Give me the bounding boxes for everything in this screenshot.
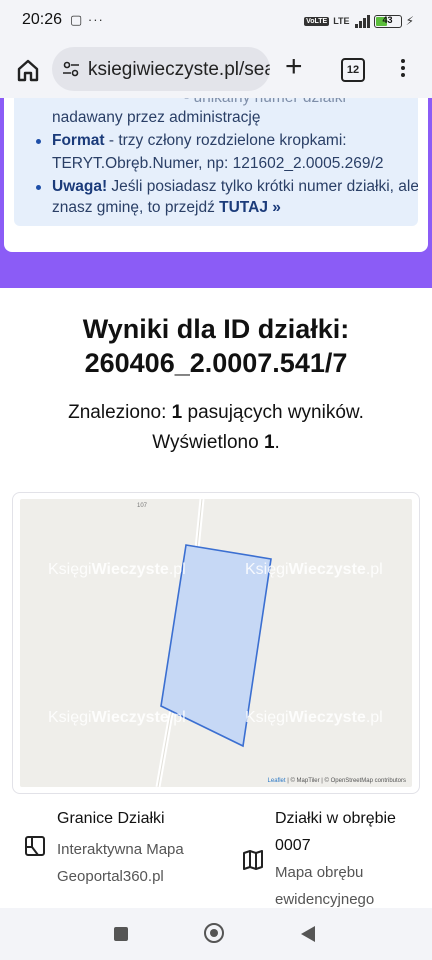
bullet	[36, 139, 41, 144]
plus-icon: +	[285, 50, 303, 83]
signal-icon	[354, 14, 370, 28]
home-icon	[17, 59, 39, 82]
tabs-button[interactable]: 12	[341, 58, 365, 82]
charging-icon: ⚡	[405, 14, 414, 28]
watermark: KsięgiWieczyste.pl	[245, 709, 383, 726]
battery-percent: 43	[382, 14, 393, 25]
notification-icons: ▢ ···	[70, 12, 104, 27]
system-nav-bar	[0, 908, 432, 960]
info-warning: Uwaga! Jeśli posiadasz tylko krótki nume…	[52, 178, 418, 195]
parcel-map[interactable]: 107 KsięgiWieczyste.pl KsięgiWieczyste.p…	[20, 499, 412, 787]
results-section: Wyniki dla ID działki: 260406_2.0007.541…	[0, 288, 432, 908]
watermark: KsięgiWieczyste.pl	[245, 561, 383, 578]
home-button[interactable]	[14, 56, 42, 84]
home-nav-button[interactable]	[204, 923, 224, 943]
browser-toolbar: ksiegiwieczyste.pl/sea + 12	[0, 42, 432, 98]
status-bar: 20:26 ▢ ··· VoLTE LTE 43 ⚡	[0, 0, 432, 42]
geoportal-link[interactable]: Granice Działki Interaktywna Mapa Geopor…	[57, 808, 184, 890]
map-icon	[243, 850, 263, 870]
tutaj-link[interactable]: TUTAJ »	[219, 199, 281, 216]
watermark: KsięgiWieczyste.pl	[48, 709, 186, 726]
map-attribution[interactable]: Leaflet | © MapTiler | © OpenStreetMap c…	[268, 778, 406, 784]
tune-icon[interactable]	[62, 60, 80, 78]
volte-badge: VoLTE	[304, 16, 330, 26]
map-canvas[interactable]	[20, 499, 412, 787]
road-number-label: 107	[137, 503, 148, 509]
url-text[interactable]: ksiegiwieczyste.pl/sea	[88, 59, 270, 81]
more-vert-icon[interactable]	[398, 56, 408, 82]
network-type: LTE	[333, 16, 350, 26]
hero-section: - unikalny numer działki nadawany przez …	[0, 98, 432, 288]
watermark: KsięgiWieczyste.pl	[48, 561, 186, 578]
back-button[interactable]	[301, 926, 315, 942]
status-indicators: VoLTE LTE 43 ⚡	[304, 12, 414, 30]
address-bar[interactable]: ksiegiwieczyste.pl/sea	[52, 47, 270, 91]
info-line-admin: nadawany przez administrację	[52, 109, 261, 126]
bullet	[36, 185, 41, 190]
parcel-boundary-icon	[25, 836, 45, 856]
info-line-cut: - unikalny numer działki	[52, 98, 346, 107]
info-warning-2: znasz gminę, to przejdź TUTAJ »	[52, 199, 281, 216]
info-format: Format - trzy człony rozdzielone kropkam…	[52, 132, 347, 149]
status-time: 20:26	[22, 11, 63, 28]
obreb-parcels-link[interactable]: Działki w obrębie 0007 Mapa obrębu ewide…	[275, 808, 396, 913]
tab-count: 12	[346, 64, 360, 76]
info-format-example: TERYT.Obręb.Numer, np: 121602_2.0005.269…	[52, 155, 384, 172]
recents-button[interactable]	[114, 927, 128, 941]
results-summary: Znaleziono: 1 pasujących wyników. Wyświe…	[68, 402, 364, 453]
battery-icon: 43	[373, 14, 402, 28]
search-card: - unikalny numer działki nadawany przez …	[4, 98, 428, 252]
results-title: Wyniki dla ID działki: 260406_2.0007.541…	[82, 314, 350, 378]
result-card: 107 KsięgiWieczyste.pl KsięgiWieczyste.p…	[12, 492, 420, 794]
info-box: - unikalny numer działki nadawany przez …	[14, 98, 418, 226]
new-tab-button[interactable]: +	[285, 52, 303, 82]
